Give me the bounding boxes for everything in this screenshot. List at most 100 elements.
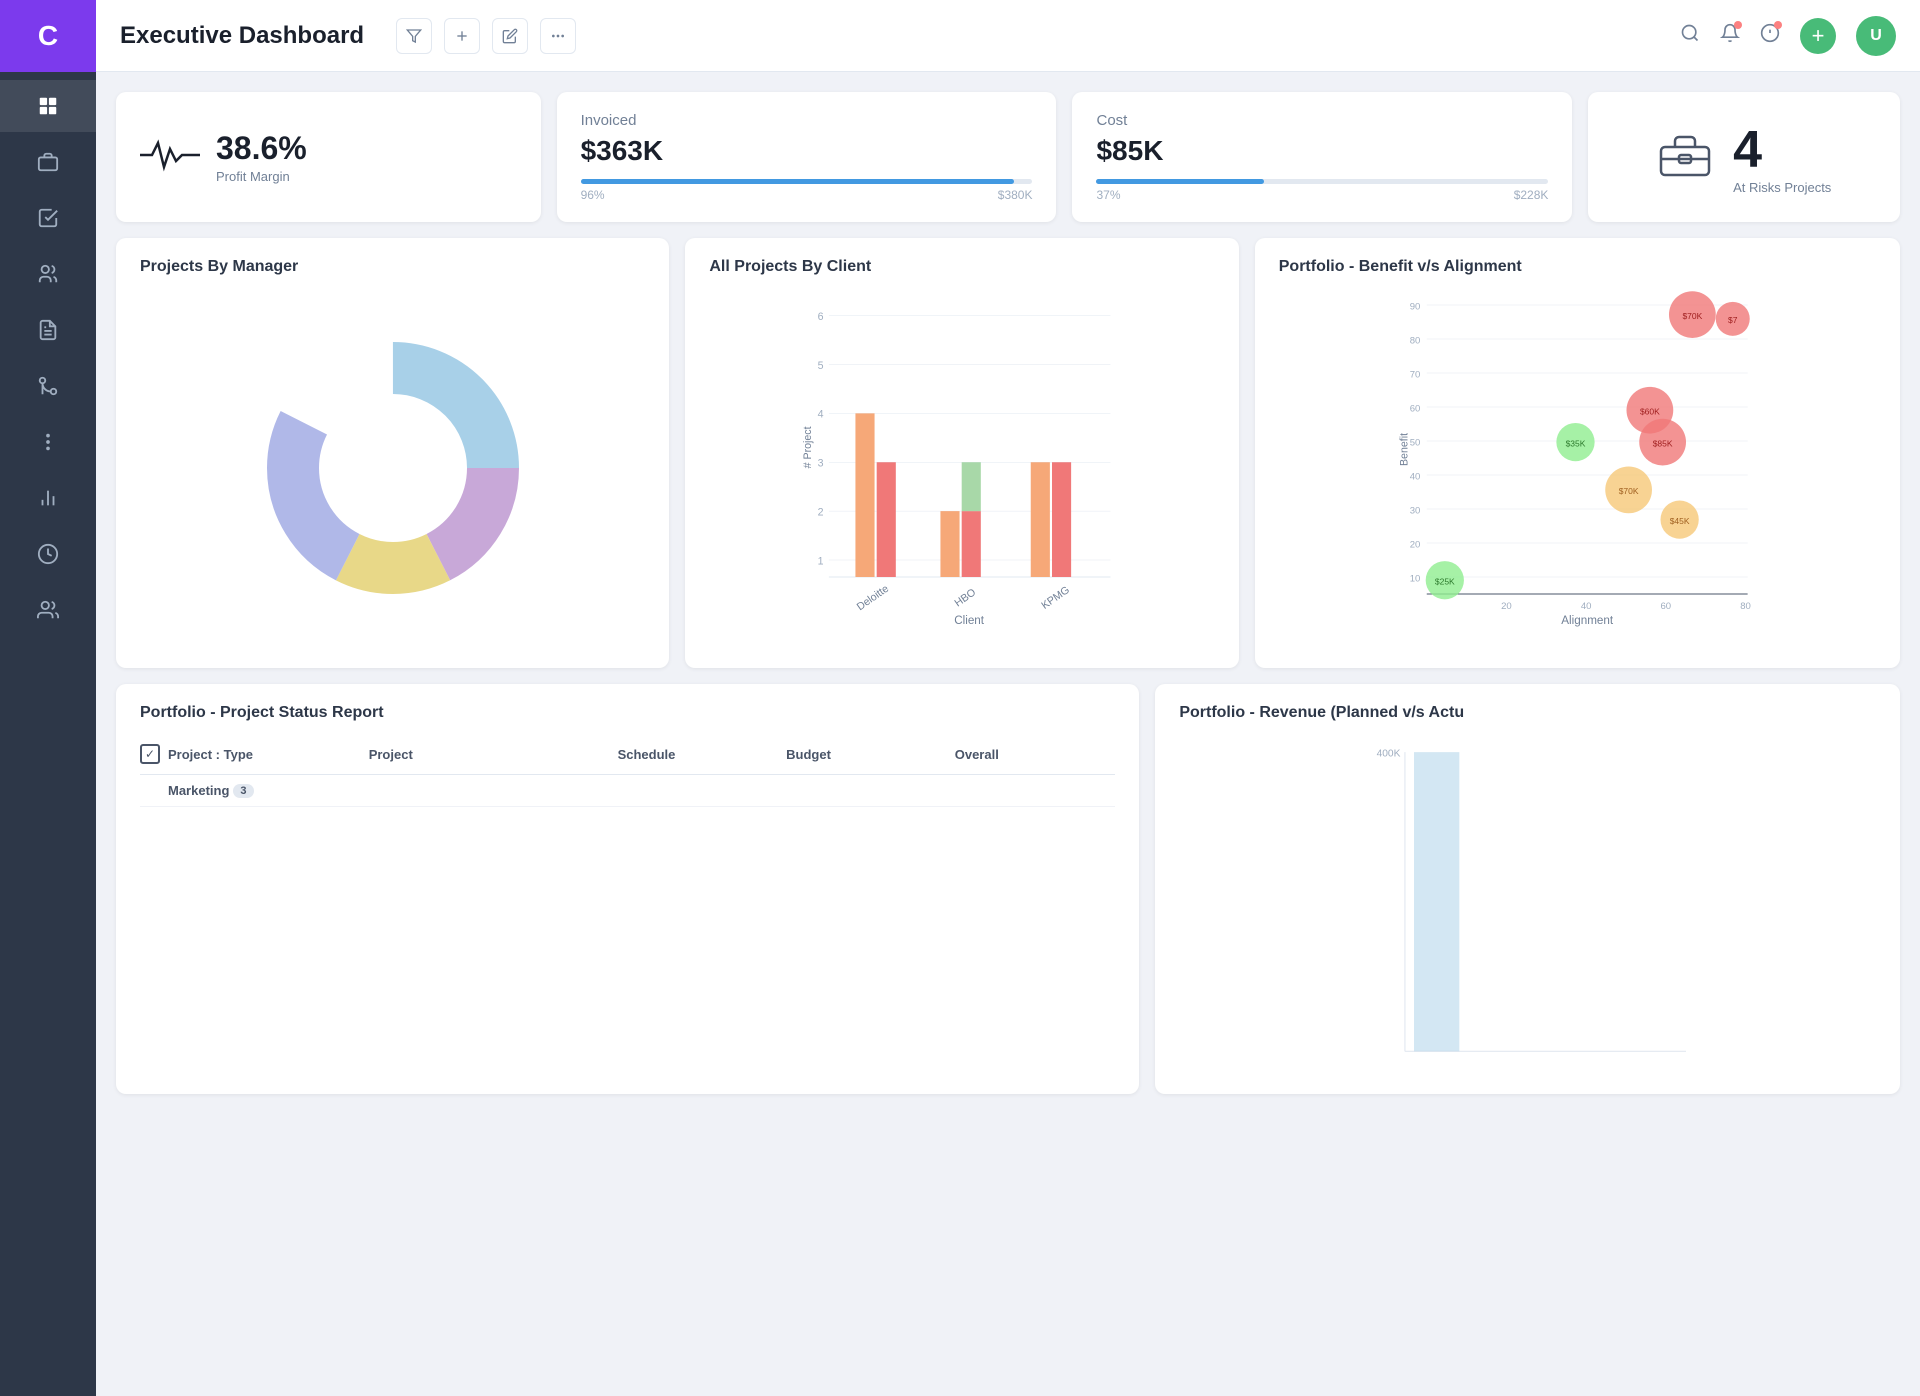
col-header-type: Project : Type [168,747,361,762]
stats-row: 38.6% Profit Margin Invoiced $363K 96% $… [96,72,1920,222]
sidebar-item-history[interactable] [0,528,96,580]
topbar-actions [388,18,576,54]
pulse-icon [140,135,200,180]
svg-text:Client: Client [955,614,986,627]
risk-count: 4 [1733,120,1831,180]
svg-text:50: 50 [1410,437,1421,448]
col-header-schedule: Schedule [618,747,779,762]
svg-text:60: 60 [1660,601,1671,612]
scatter-plot: 90 80 70 60 50 40 30 20 10 [1279,288,1876,628]
svg-text:30: 30 [1410,505,1421,516]
svg-text:80: 80 [1410,335,1421,346]
sidebar: C [0,0,96,1396]
search-button[interactable] [1680,23,1700,48]
svg-text:80: 80 [1740,601,1751,612]
profit-margin-label: Profit Margin [216,169,307,184]
type-badge: Marketing 3 [168,783,254,798]
sidebar-item-dashboard[interactable] [0,80,96,132]
notification-dot [1734,21,1742,29]
invoiced-card: Invoiced $363K 96% $380K [557,92,1057,222]
svg-text:40: 40 [1410,471,1421,482]
more-options-button[interactable] [540,18,576,54]
cost-label: Cost [1096,112,1548,129]
sidebar-item-git[interactable] [0,360,96,412]
profit-margin-value: 38.6% [216,130,307,167]
sidebar-item-analytics[interactable] [0,472,96,524]
cost-percent: 37% [1096,188,1120,202]
svg-text:$45K: $45K [1669,516,1689,526]
cost-max: $228K [1514,188,1549,202]
sidebar-item-more[interactable] [0,416,96,468]
alert-dot [1774,21,1782,29]
add-button[interactable]: + [1800,18,1836,54]
invoiced-progress: 96% $380K [581,175,1033,202]
invoiced-label: Invoiced [581,112,1033,129]
charts-row: Projects By Manager All Projects By Clie… [96,222,1920,668]
cost-card: Cost $85K 37% $228K [1072,92,1572,222]
revenue-title: Portfolio - Revenue (Planned v/s Actu [1179,704,1876,722]
svg-text:HBO: HBO [953,586,979,609]
revenue-chart: 400K [1179,734,1876,1074]
sidebar-item-briefcase[interactable] [0,136,96,188]
risk-card: 4 At Risks Projects [1588,92,1900,222]
alerts-button[interactable] [1760,23,1780,48]
svg-text:$35K: $35K [1565,438,1585,448]
profit-margin-card: 38.6% Profit Margin [116,92,541,222]
edit-button[interactable] [492,18,528,54]
add-widget-button[interactable] [444,18,480,54]
invoiced-amount: $363K [581,135,1033,167]
svg-text:Deloitte: Deloitte [855,583,891,614]
svg-text:10: 10 [1410,573,1421,584]
portfolio-status-title: Portfolio - Project Status Report [140,704,1115,722]
projects-by-client-title: All Projects By Client [709,258,1214,276]
svg-text:$85K: $85K [1652,438,1672,448]
portfolio-status-card: Portfolio - Project Status Report ✓ Proj… [116,684,1139,1094]
projects-by-manager-title: Projects By Manager [140,258,645,276]
type-count: 3 [233,784,253,798]
table-row: Marketing 3 [140,775,1115,807]
topbar: Executive Dashboard [96,0,1920,72]
bottom-row: Portfolio - Project Status Report ✓ Proj… [96,668,1920,1114]
sidebar-item-document[interactable] [0,304,96,356]
svg-text:3: 3 [818,458,824,470]
page-title: Executive Dashboard [120,22,364,50]
svg-text:$7: $7 [1728,315,1738,325]
svg-text:KPMG: KPMG [1040,584,1072,612]
svg-text:20: 20 [1410,539,1421,550]
notifications-button[interactable] [1720,23,1740,48]
svg-text:70: 70 [1410,369,1421,380]
cost-amount: $85K [1096,135,1548,167]
svg-text:$60K: $60K [1640,406,1660,416]
svg-text:$70K: $70K [1618,486,1638,496]
sidebar-item-team[interactable] [0,248,96,300]
donut-chart [140,288,645,648]
svg-text:400K: 400K [1377,749,1401,760]
select-all-checkbox[interactable]: ✓ [140,744,160,764]
sidebar-item-tasks[interactable] [0,192,96,244]
revenue-card: Portfolio - Revenue (Planned v/s Actu 40… [1155,684,1900,1094]
sidebar-logo[interactable]: C [0,0,96,72]
svg-text:$25K: $25K [1435,576,1455,586]
svg-text:4: 4 [818,409,824,421]
invoiced-percent: 96% [581,188,605,202]
svg-text:20: 20 [1501,601,1512,612]
benefit-alignment-card: Portfolio - Benefit v/s Alignment 90 80 … [1255,238,1900,668]
user-avatar[interactable]: U [1856,16,1896,56]
col-header-overall: Overall [955,747,1116,762]
filter-button[interactable] [396,18,432,54]
sidebar-item-users[interactable] [0,584,96,636]
svg-text:Benefit: Benefit [1398,433,1410,466]
svg-text:1: 1 [818,555,824,567]
col-header-project: Project [369,747,610,762]
projects-by-manager-card: Projects By Manager [116,238,669,668]
main-area: Executive Dashboard [96,0,1920,1396]
benefit-alignment-title: Portfolio - Benefit v/s Alignment [1279,258,1876,276]
risk-label: At Risks Projects [1733,180,1831,195]
projects-by-client-card: All Projects By Client 6 5 4 3 2 1 [685,238,1238,668]
briefcase-icon [1657,131,1713,184]
svg-text:90: 90 [1410,301,1421,312]
cost-progress: 37% $228K [1096,175,1548,202]
bar-chart-area: 6 5 4 3 2 1 [709,288,1214,628]
svg-text:Alignment: Alignment [1561,614,1614,627]
svg-text:6: 6 [818,311,824,323]
